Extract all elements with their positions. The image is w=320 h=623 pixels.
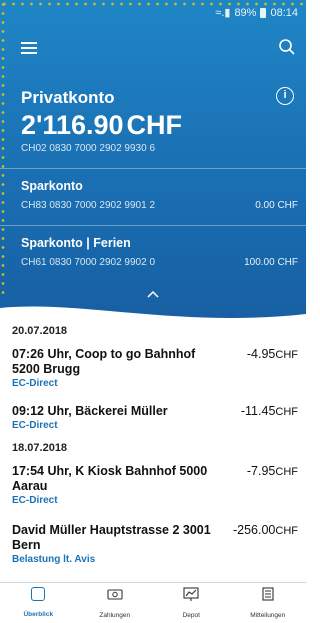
search-icon[interactable] bbox=[278, 38, 296, 56]
nav-overview[interactable]: Überblick bbox=[0, 583, 77, 623]
transaction-type: EC-Direct bbox=[12, 495, 58, 506]
account-header: ≈.▮ 89% 08:14 Privatkonto i 2'116.90 CHF … bbox=[0, 0, 306, 320]
sub-account-ferien[interactable]: Sparkonto | Ferien CH61 0830 7000 2902 9… bbox=[0, 225, 306, 282]
sub-account-sparkonto[interactable]: Sparkonto CH83 0830 7000 2902 9901 2 0.0… bbox=[0, 168, 306, 225]
transaction-description: 17:54 Uhr, K Kiosk Bahnhof 5000 Aarau bbox=[12, 464, 208, 493]
sub-account-amount: 100.00 CHF bbox=[244, 257, 298, 268]
menu-icon[interactable] bbox=[21, 42, 37, 54]
account-name[interactable]: Privatkonto bbox=[21, 88, 115, 108]
sub-account-iban: CH61 0830 7000 2902 9902 0 bbox=[21, 257, 156, 268]
date-header: 20.07.2018 bbox=[12, 325, 68, 337]
transaction-list: 20.07.2018 07:26 Uhr, Coop to go Bahnhof… bbox=[0, 320, 306, 566]
transaction-amount: -256.00CHF bbox=[232, 523, 298, 537]
transaction-type: EC-Direct bbox=[12, 420, 58, 431]
date-header: 18.07.2018 bbox=[12, 442, 68, 454]
sub-account-amount: 0.00 CHF bbox=[255, 200, 298, 211]
sub-account-name: Sparkonto | Ferien bbox=[21, 236, 131, 250]
balance-currency: CHF bbox=[126, 110, 183, 140]
transaction-amount: -11.45CHF bbox=[240, 404, 298, 418]
transaction-row[interactable]: 09:12 Uhr, Bäckerei Müller EC-Direct -11… bbox=[0, 404, 306, 432]
messages-icon bbox=[262, 587, 274, 601]
transaction-row[interactable]: David Müller Hauptstrasse 2 3001 Bern Be… bbox=[0, 523, 306, 566]
account-balance: 2'116.90 CHF bbox=[21, 110, 182, 141]
decorative-dotted-border-top bbox=[0, 0, 306, 8]
decorative-dotted-border-left bbox=[0, 0, 6, 300]
transaction-amount: -4.95CHF bbox=[246, 347, 298, 361]
overview-icon bbox=[31, 587, 46, 601]
nav-label: Überblick bbox=[23, 611, 54, 618]
transaction-amount: -7.95CHF bbox=[246, 464, 298, 478]
transaction-description: David Müller Hauptstrasse 2 3001 Bern bbox=[12, 523, 211, 552]
battery-level: 89% bbox=[234, 6, 257, 19]
transaction-row[interactable]: 17:54 Uhr, K Kiosk Bahnhof 5000 Aarau EC… bbox=[0, 464, 306, 507]
chevron-up-icon[interactable] bbox=[147, 290, 159, 298]
balance-value: 2'116.90 bbox=[21, 110, 124, 140]
clock: 08:14 bbox=[270, 6, 298, 19]
battery-icon bbox=[260, 7, 267, 18]
nav-label: Depot bbox=[182, 612, 200, 619]
payments-icon bbox=[107, 589, 123, 600]
transaction-description: 07:26 Uhr, Coop to go Bahnhof 5200 Brugg bbox=[12, 347, 196, 376]
sub-account-name: Sparkonto bbox=[21, 179, 83, 193]
info-icon[interactable]: i bbox=[276, 87, 294, 105]
bottom-navigation: Überblick Zahlungen Depot Mitteilungen bbox=[0, 582, 306, 623]
transaction-type: Belastung lt. Avis bbox=[12, 554, 96, 565]
nav-label: Mitteilungen bbox=[250, 612, 286, 619]
nav-payments[interactable]: Zahlungen bbox=[77, 583, 154, 623]
nav-depot[interactable]: Depot bbox=[153, 583, 230, 623]
depot-icon bbox=[183, 587, 199, 601]
transaction-description: 09:12 Uhr, Bäckerei Müller bbox=[12, 404, 168, 418]
sub-account-iban: CH83 0830 7000 2902 9901 2 bbox=[21, 200, 156, 211]
transaction-row[interactable]: 07:26 Uhr, Coop to go Bahnhof 5200 Brugg… bbox=[0, 347, 306, 390]
nav-label: Zahlungen bbox=[99, 612, 131, 619]
nav-messages[interactable]: Mitteilungen bbox=[230, 583, 307, 623]
transaction-type: EC-Direct bbox=[12, 378, 58, 389]
account-iban: CH02 0830 7000 2902 9930 6 bbox=[21, 143, 156, 154]
